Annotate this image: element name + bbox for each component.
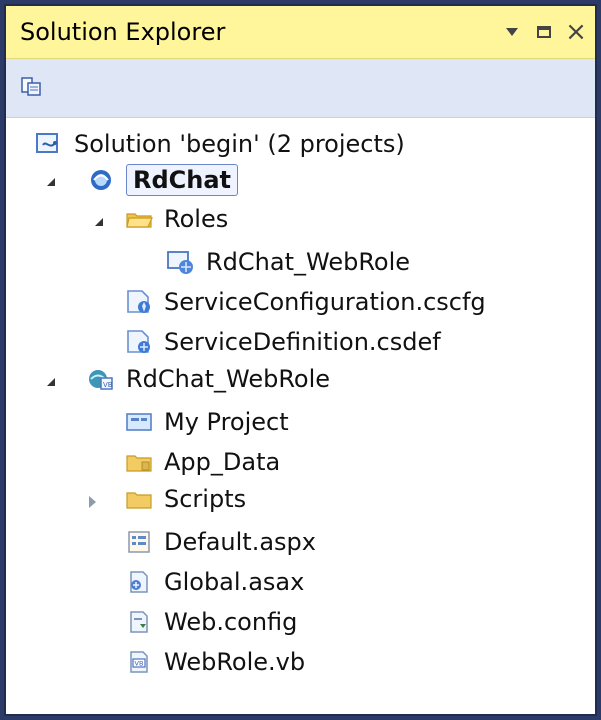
my-project-icon [124,407,154,437]
expand-icon[interactable] [82,493,100,511]
tree-label-solution: Solution 'begin' (2 projects) [74,130,405,158]
tree-item-webrole-role[interactable]: RdChat_WebRole [166,244,410,280]
tree-label-scripts: Scripts [164,485,247,513]
service-definition-icon [124,327,154,357]
expand-icon[interactable] [42,373,60,391]
solution-explorer-window: Solution Explorer × Solution 'begin' (2 … [4,4,597,716]
tree-label-webrole-project: RdChat_WebRole [126,365,331,393]
tree-label-my-project: My Project [164,408,289,436]
window-position-dropdown-icon[interactable] [501,21,523,43]
tree-item-service-configuration[interactable]: ServiceConfiguration.cscfg [124,284,486,320]
web-project-icon: VB [86,364,116,394]
title-bar[interactable]: Solution Explorer × [6,6,595,59]
vb-file-icon: VB [124,647,154,677]
tree-label-web-config: Web.config [164,608,298,636]
web-role-icon [166,247,196,277]
solution-icon [34,129,64,159]
tree-item-web-config[interactable]: Web.config [124,604,297,640]
properties-icon [21,77,41,96]
config-file-icon [124,607,154,637]
cloud-project-icon [86,165,116,195]
folder-open-icon [124,204,154,234]
tree-item-app-data[interactable]: App_Data [124,444,280,480]
tree-label-service-def: ServiceDefinition.csdef [164,328,441,356]
svg-text:VB: VB [103,381,113,389]
tree-item-service-definition[interactable]: ServiceDefinition.csdef [124,324,441,360]
properties-button[interactable] [18,72,48,102]
tree-item-solution[interactable]: Solution 'begin' (2 projects) [34,126,405,162]
asax-file-icon [124,567,154,597]
tree-label-global-asax: Global.asax [164,568,305,596]
aspx-file-icon [124,527,154,557]
tree-item-global-asax[interactable]: Global.asax [124,564,304,600]
expand-icon[interactable] [90,213,108,231]
folder-icon [124,484,154,514]
tree-label-webrole-vb: WebRole.vb [164,648,306,676]
maximize-icon[interactable] [533,21,555,43]
expand-icon[interactable] [42,173,60,191]
svg-text:VB: VB [135,660,144,668]
tree-label-rdchat: RdChat [126,164,239,196]
window-title: Solution Explorer [20,18,226,46]
service-config-icon [124,287,154,317]
close-icon[interactable]: × [565,19,587,45]
tree-label-role-item: RdChat_WebRole [206,248,411,276]
tree-label-default-aspx: Default.aspx [164,528,316,556]
title-controls: × [501,16,587,48]
tree-label-service-config: ServiceConfiguration.cscfg [164,288,486,316]
tree-item-webrole-vb[interactable]: VB WebRole.vb [124,644,305,680]
tree-label-app-data: App_Data [164,448,281,476]
tree-label-roles: Roles [164,205,229,233]
tree-item-my-project[interactable]: My Project [124,404,289,440]
solution-explorer-toolbar [6,59,595,118]
solution-tree: Solution 'begin' (2 projects) RdChat Rol… [6,118,595,714]
app-data-folder-icon [124,447,154,477]
tree-item-default-aspx[interactable]: Default.aspx [124,524,316,560]
